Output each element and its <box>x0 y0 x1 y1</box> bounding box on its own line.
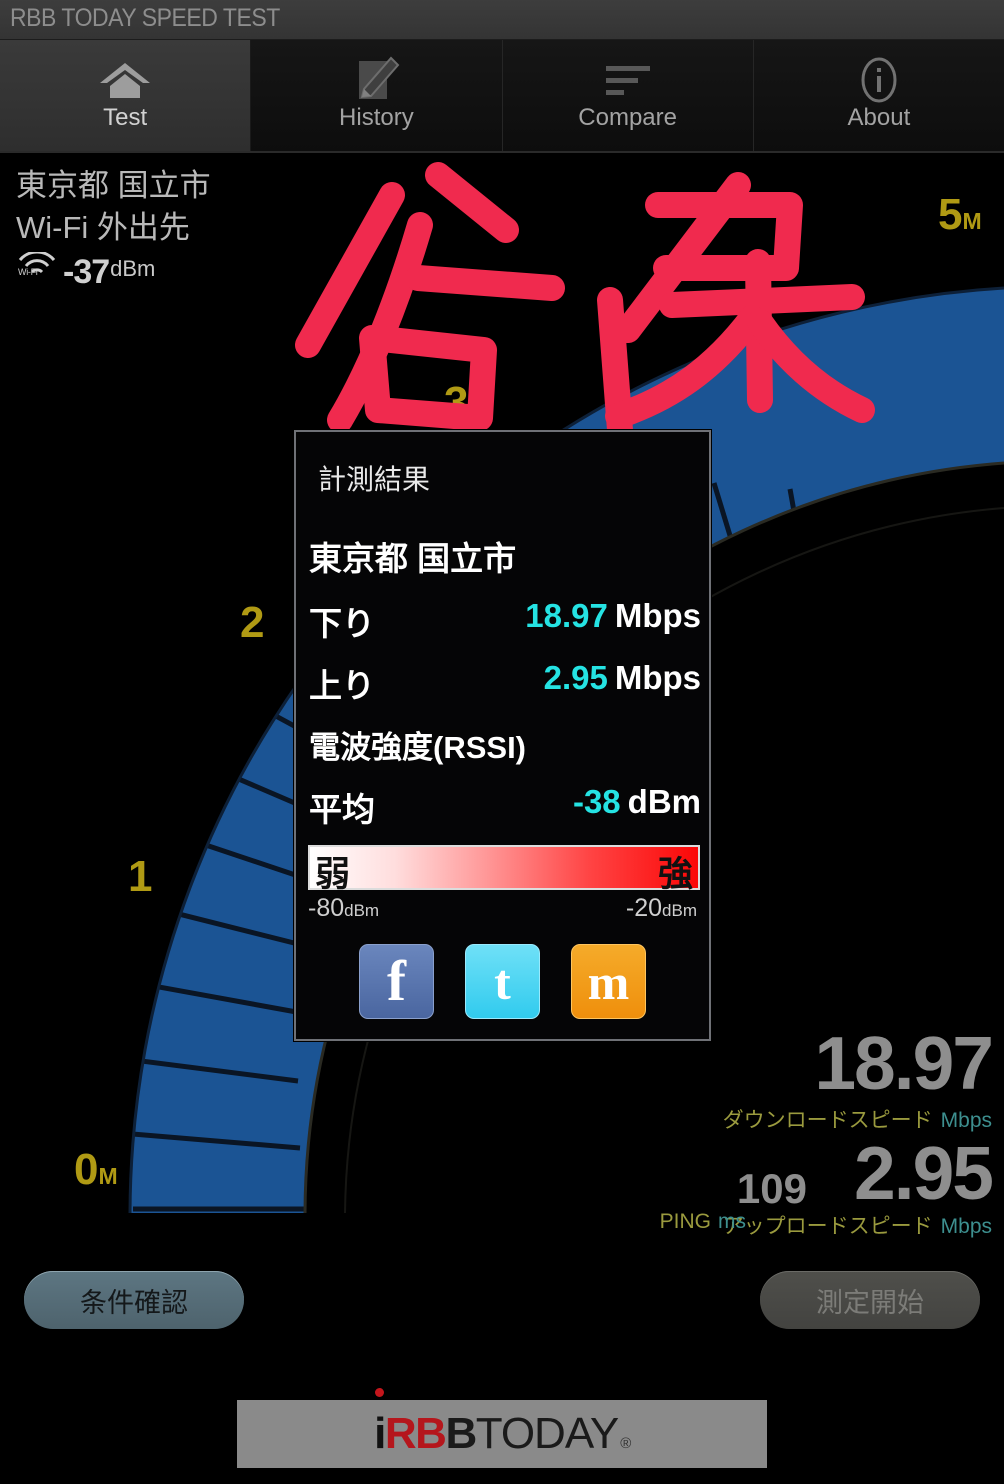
location-rssi-value: -37 <box>63 253 110 291</box>
app-root: RBB TODAY SPEED TEST Test History Compar… <box>0 0 1004 1484</box>
twitter-icon: t <box>494 953 511 1010</box>
dialog-upload-value-group: 2.95 Mbps <box>544 659 701 697</box>
rssi-strength-bar: 弱 強 <box>308 845 700 894</box>
rssi-scale-max: -20dBm <box>625 894 697 922</box>
logo-b: B <box>445 1409 477 1458</box>
location-region: 東京都 国立市 <box>16 168 211 203</box>
dialog-rssi-section-label: 電波強度(RSSI) <box>309 730 526 765</box>
dialog-download-label: 下り <box>309 605 375 642</box>
download-speed-value: 18.97 <box>814 1021 994 1105</box>
dialog-download-unit: Mbps <box>614 597 701 634</box>
logo-today: TODAY <box>475 1409 620 1458</box>
logo-i: i <box>374 1388 386 1458</box>
tab-compare[interactable]: Compare <box>502 40 754 151</box>
speed-readouts: 18.97 ダウンロードスピード Mbps 2.95 アップロードスピード Mbps… <box>472 1020 994 1238</box>
upload-speed-caption: アップロードスピード Mbps <box>722 1215 992 1238</box>
list-icon <box>603 54 653 106</box>
dialog-download-value-group: 18.97 Mbps <box>525 597 701 635</box>
dialog-city: 東京都 国立市 <box>309 540 517 577</box>
location-network: Wi-Fi 外出先 <box>16 210 190 245</box>
dialog-upload-label: 上り <box>309 667 375 704</box>
tab-history[interactable]: History <box>251 40 503 151</box>
share-button-group: f t m <box>296 944 709 1019</box>
wifi-icon-label: Wi-Fi <box>18 267 38 277</box>
location-rssi-unit: dBm <box>110 256 156 281</box>
home-icon <box>97 54 153 106</box>
dialog-rssi-avg-value-group: -38 dBm <box>573 783 701 821</box>
app-title: RBB TODAY SPEED TEST <box>10 4 280 32</box>
dialog-upload-value: 2.95 <box>543 659 608 696</box>
dialog-download-row: 下り 18.97 Mbps <box>309 597 701 649</box>
info-icon <box>855 54 903 106</box>
tab-test-label: Test <box>103 104 148 131</box>
logo-registered-mark: ® <box>620 1435 631 1452</box>
ping-caption: PING ms <box>659 1210 746 1233</box>
upload-speed-value: 2.95 <box>854 1131 994 1215</box>
measurement-result-dialog: 計測結果 東京都 国立市 下り 18.97 Mbps 上り 2.95 Mbps 電波… <box>294 430 711 1041</box>
rbb-today-logo: i RB B TODAY ® <box>374 1388 631 1459</box>
tab-test[interactable]: Test <box>0 40 252 151</box>
gauge-label-3: 3 <box>444 378 469 427</box>
tab-about[interactable]: About <box>753 40 1004 151</box>
rssi-scale-min: -80dBm <box>308 894 380 922</box>
location-info: 東京都 国立市 Wi-Fi 外出先 Wi-Fi -37 dBm <box>16 165 211 290</box>
gauge-label-5: 5M <box>938 190 982 239</box>
check-conditions-button[interactable]: 条件確認 <box>24 1271 244 1329</box>
facebook-share-button[interactable]: f <box>359 944 434 1019</box>
dialog-rssi-avg-value: -38 <box>572 783 621 820</box>
pencil-icon <box>351 54 401 106</box>
dialog-title: 計測結果 <box>318 464 431 495</box>
mixi-share-button[interactable]: m <box>571 944 646 1019</box>
location-rssi-row: Wi-Fi -37 dBm <box>16 251 211 290</box>
start-measure-button[interactable]: 測定開始 <box>760 1271 980 1329</box>
rssi-strong-label: 強 <box>657 855 693 894</box>
gauge-label-0: 0M <box>74 1145 118 1194</box>
facebook-icon: f <box>387 949 406 1013</box>
gauge-label-2: 2 <box>240 598 265 647</box>
tab-about-label: About <box>847 104 911 131</box>
dialog-download-value: 18.97 <box>525 597 608 634</box>
dialog-rssi-avg-row: 平均 -38 dBm <box>309 783 701 835</box>
logo-rbb: RB <box>384 1409 447 1458</box>
wifi-icon: Wi-Fi <box>16 252 62 290</box>
rssi-weak-label: 弱 <box>315 855 351 894</box>
mixi-icon: m <box>587 953 630 1010</box>
footer-logo-banner[interactable]: i RB B TODAY ® <box>237 1388 767 1468</box>
tab-compare-label: Compare <box>578 104 677 131</box>
gauge-label-1: 1 <box>128 852 153 901</box>
dialog-upload-unit: Mbps <box>614 659 701 696</box>
tab-bar: Test History Compare About <box>0 40 1004 153</box>
title-bar: RBB TODAY SPEED TEST <box>0 0 1004 40</box>
dialog-rssi-avg-unit: dBm <box>627 783 701 820</box>
twitter-share-button[interactable]: t <box>465 944 540 1019</box>
dialog-rssi-avg-label: 平均 <box>309 791 375 828</box>
tab-history-label: History <box>339 104 414 131</box>
dialog-upload-row: 上り 2.95 Mbps <box>309 659 701 711</box>
ping-value: 109 <box>736 1165 807 1212</box>
